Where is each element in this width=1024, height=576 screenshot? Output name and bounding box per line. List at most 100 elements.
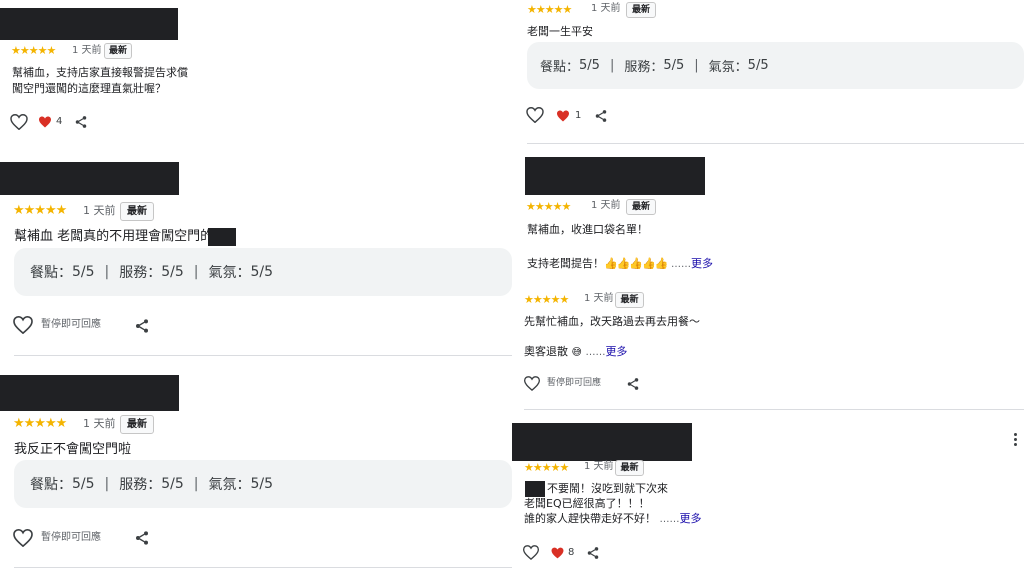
review-text-line: 幫補血 老闆真的不用理會闖空門的	[14, 229, 214, 244]
share-icon[interactable]	[594, 108, 608, 124]
rating-breakdown: 餐點： 5/5 | 服務： 5/5 | 氣氛： 5/5	[527, 42, 1024, 89]
review-text-line: 幫補血，收進口袋名單！	[527, 223, 648, 236]
review-text-line: 奧客退散 😅 ……更多	[524, 345, 627, 360]
review-text-line: 闖空門還闖的這麼理直氣壯喔？	[12, 82, 166, 95]
more-link[interactable]: 更多	[691, 257, 713, 270]
heart-outline-icon[interactable]	[524, 376, 540, 391]
like-count: 1	[575, 110, 582, 121]
new-badge: 最新	[120, 202, 154, 221]
new-badge: 最新	[626, 2, 656, 18]
redacted-reviewer-name	[512, 423, 692, 461]
share-icon[interactable]	[586, 545, 600, 561]
heart-filled-icon[interactable]	[38, 116, 52, 128]
ellipsis: ……	[585, 347, 606, 358]
divider	[524, 409, 1024, 410]
rating-breakdown: 餐點： 5/5 | 服務： 5/5 | 氣氛： 5/5	[14, 248, 512, 296]
food-label: 餐點：	[30, 265, 72, 281]
heart-outline-icon[interactable]	[13, 316, 33, 334]
service-label: 服務：	[624, 60, 664, 75]
divider	[14, 355, 512, 356]
new-badge: 最新	[120, 415, 154, 434]
share-icon[interactable]	[74, 114, 88, 130]
service-score: 5/5	[161, 264, 184, 280]
service-label: 服務：	[119, 265, 162, 281]
separator: |	[609, 58, 615, 73]
review-text-line: 不要鬧！沒吃到就下次來	[547, 482, 668, 495]
service-score: 5/5	[161, 476, 184, 492]
heart-filled-icon[interactable]	[556, 110, 570, 122]
star-rating: ★★★★★	[13, 203, 67, 218]
redacted-reviewer-name	[525, 157, 705, 195]
more-link[interactable]: 更多	[605, 345, 627, 358]
separator: |	[694, 58, 699, 73]
atmosphere-score: 5/5	[250, 476, 274, 492]
sweat-smile-emoji: 😅	[571, 347, 582, 358]
review-text-line: 誰的家人趕快帶走好不好！ ……更多	[524, 512, 702, 527]
atmosphere-score: 5/5	[250, 264, 274, 280]
new-badge: 最新	[615, 460, 644, 476]
heart-outline-icon[interactable]	[13, 529, 33, 547]
thumbs-up-emoji: 👍👍👍👍👍	[604, 257, 668, 270]
atmosphere-label: 氣氛：	[208, 265, 251, 281]
divider	[527, 143, 1024, 144]
review-text-line: 老闆EQ已經很高了！！！	[524, 497, 650, 510]
star-rating: ★★★★★	[13, 416, 67, 431]
review-text: 奧客退散	[524, 345, 568, 358]
service-label: 服務：	[119, 477, 162, 493]
ellipsis: ……	[659, 514, 680, 525]
redacted-reviewer-name	[0, 162, 179, 195]
new-badge: 最新	[626, 199, 656, 215]
atmosphere-label: 氣氛：	[708, 60, 748, 75]
separator: |	[104, 476, 110, 492]
separator: |	[104, 264, 110, 280]
food-score: 5/5	[72, 264, 95, 280]
share-icon[interactable]	[626, 376, 640, 392]
separator: |	[193, 476, 199, 492]
review-time: 1 天前	[72, 45, 102, 56]
like-count: 8	[568, 547, 575, 558]
review-text-line: 先幫忙補血，改天路過去再去用餐～	[524, 315, 700, 328]
paused-reply-hint: 暫停即可回應	[547, 378, 602, 388]
redacted-text	[525, 481, 545, 497]
new-badge: 最新	[104, 43, 132, 59]
star-rating: ★★★★★	[524, 461, 569, 474]
divider	[14, 567, 512, 568]
service-score: 5/5	[663, 58, 685, 73]
star-rating: ★★★★★	[11, 44, 56, 57]
review-text-line: 我反正不會闖空門啦	[14, 442, 132, 457]
separator: |	[193, 264, 199, 280]
rating-breakdown: 餐點： 5/5 | 服務： 5/5 | 氣氛： 5/5	[14, 460, 512, 508]
review-time: 1 天前	[591, 200, 621, 211]
more-link[interactable]: 更多	[680, 512, 702, 525]
review-time: 1 天前	[584, 293, 614, 304]
review-time: 1 天前	[83, 417, 116, 430]
star-rating: ★★★★★	[524, 293, 569, 306]
share-icon[interactable]	[134, 317, 150, 335]
like-count: 4	[56, 116, 63, 127]
heart-filled-icon[interactable]	[551, 547, 564, 559]
food-score: 5/5	[579, 58, 600, 73]
redacted-reviewer-name	[0, 375, 179, 411]
ellipsis: ……	[670, 259, 691, 270]
heart-outline-icon[interactable]	[10, 114, 28, 130]
heart-outline-icon[interactable]	[526, 107, 544, 123]
review-text: 誰的家人趕快帶走好不好！	[524, 512, 656, 525]
star-rating: ★★★★★	[527, 3, 572, 16]
food-score: 5/5	[72, 476, 95, 492]
food-label: 餐點：	[30, 477, 72, 493]
review-time: 1 天前	[584, 461, 614, 472]
review-text-line: 老闆一生平安	[527, 25, 593, 38]
review-text-line: 支持老闆提告！👍👍👍👍👍 ……更多	[527, 257, 713, 272]
heart-outline-icon[interactable]	[523, 545, 539, 560]
more-options-icon[interactable]	[1013, 433, 1019, 449]
food-label: 餐點：	[540, 60, 580, 75]
review-time: 1 天前	[83, 204, 116, 217]
redacted-text	[208, 228, 236, 246]
star-rating: ★★★★★	[526, 200, 571, 213]
review-text-line: 幫補血，支持店家直接報警提告求償	[12, 66, 188, 79]
paused-reply-hint: 暫停即可回應	[41, 319, 101, 330]
redacted-reviewer-name	[0, 8, 178, 40]
atmosphere-label: 氣氛：	[208, 477, 251, 493]
review-time: 1 天前	[591, 3, 621, 14]
share-icon[interactable]	[134, 529, 150, 547]
